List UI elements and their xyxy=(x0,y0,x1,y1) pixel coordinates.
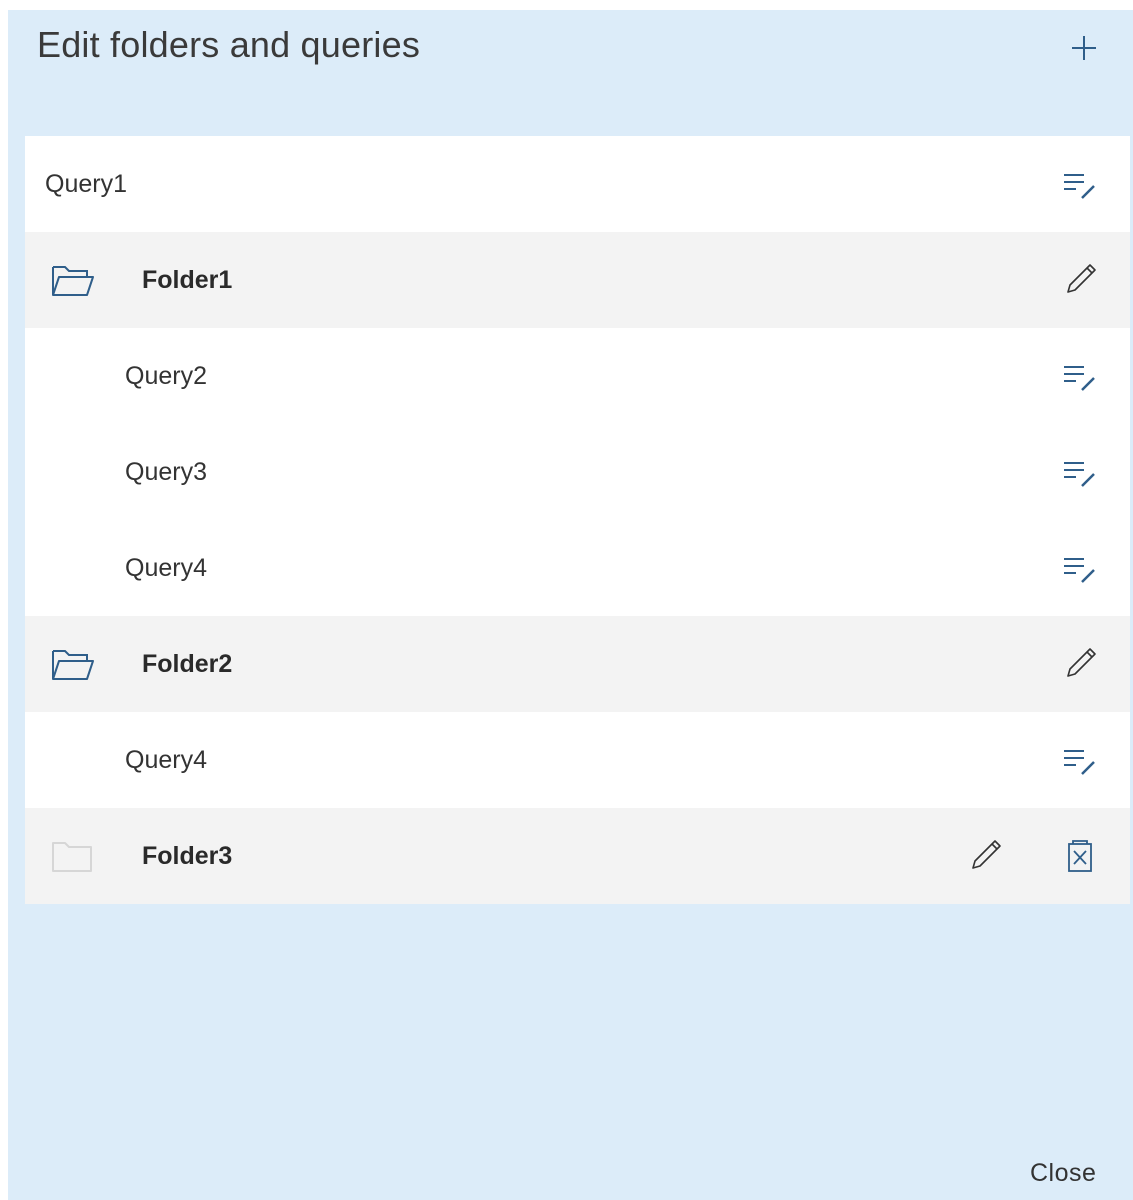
edit-query-button[interactable] xyxy=(1060,740,1100,780)
edit-query-icon xyxy=(1064,750,1095,775)
edit-query-button[interactable] xyxy=(1060,164,1100,204)
dialog-title: Edit folders and queries xyxy=(37,24,421,65)
folder-open-icon xyxy=(52,266,94,296)
rename-folder-button[interactable] xyxy=(1060,260,1100,300)
folder-label: Folder2 xyxy=(142,650,233,678)
query-label: Query4 xyxy=(125,746,207,774)
list-item-query3[interactable]: Query3 xyxy=(25,424,1130,520)
query-label: Query1 xyxy=(45,170,127,198)
pencil-icon xyxy=(972,840,1001,869)
folder-label: Folder3 xyxy=(142,842,233,870)
edit-query-icon xyxy=(1064,366,1095,391)
list-item-query4[interactable]: Query4 xyxy=(25,712,1130,808)
folder-icon xyxy=(52,842,92,872)
query-label: Query2 xyxy=(125,362,207,390)
edit-query-button[interactable] xyxy=(1060,452,1100,492)
pencil-icon xyxy=(1067,264,1096,293)
pencil-icon xyxy=(1067,648,1096,677)
edit-query-button[interactable] xyxy=(1060,356,1100,396)
edit-query-button[interactable] xyxy=(1060,548,1100,588)
folder-label: Folder1 xyxy=(142,266,233,294)
dialog-header: Edit folders and queries xyxy=(8,10,1133,136)
list-item-query2[interactable]: Query2 xyxy=(25,328,1130,424)
add-button[interactable] xyxy=(1064,28,1104,68)
delete-folder-button[interactable] xyxy=(1060,836,1100,876)
edit-query-icon xyxy=(1064,174,1095,199)
list-item-folder3[interactable]: Folder3 xyxy=(25,808,1130,904)
query-label: Query3 xyxy=(125,458,207,486)
list-item-query4[interactable]: Query4 xyxy=(25,520,1130,616)
list-item-folder1[interactable]: Folder1 xyxy=(25,232,1130,328)
close-button[interactable]: Close xyxy=(1030,1159,1096,1188)
list-item-folder2[interactable]: Folder2 xyxy=(25,616,1130,712)
edit-query-icon xyxy=(1064,558,1095,583)
edit-query-icon xyxy=(1064,462,1095,487)
list-item-query1[interactable]: Query1 xyxy=(25,136,1130,232)
folders-queries-list: Query1 Folder1 Query2 Query3 Query4 Fold… xyxy=(25,136,1130,904)
delete-icon xyxy=(1068,840,1092,872)
plus-icon xyxy=(1072,36,1096,60)
rename-folder-button[interactable] xyxy=(1060,644,1100,684)
query-label: Query4 xyxy=(125,554,207,582)
rename-folder-button[interactable] xyxy=(965,836,1005,876)
folder-open-icon xyxy=(52,650,94,680)
edit-folders-dialog: Edit folders and queries Query1 Folder1 … xyxy=(8,10,1133,1200)
